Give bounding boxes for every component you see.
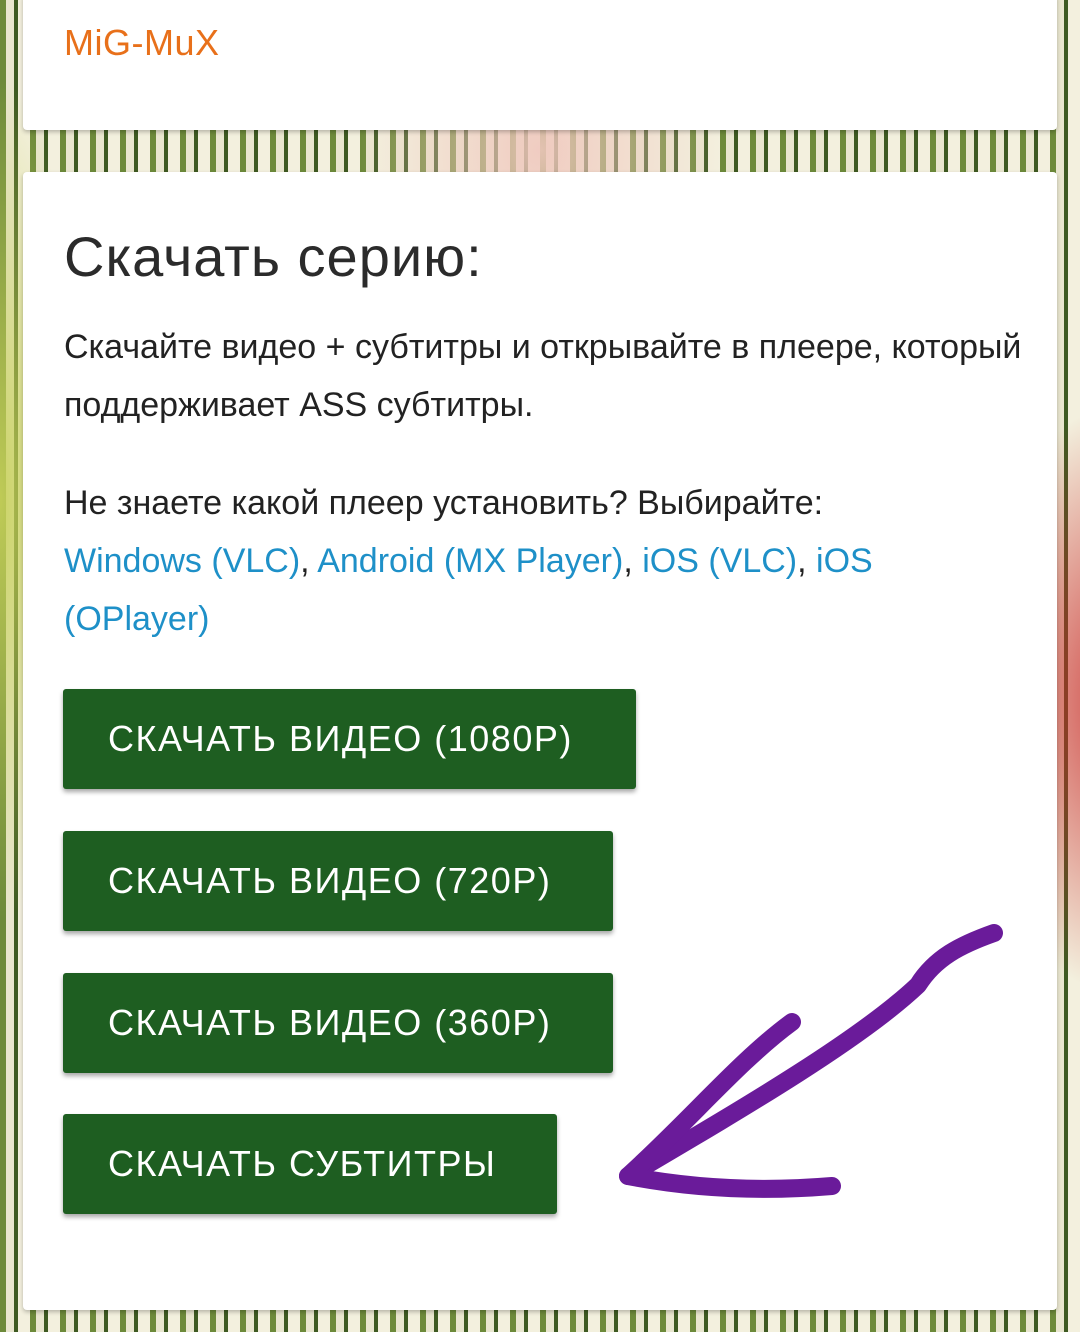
site-header: MiG-MuX: [23, 0, 1057, 130]
download-subtitles-button[interactable]: СКАЧАТЬ СУБТИТРЫ: [63, 1114, 557, 1214]
link-separator: ,: [797, 542, 817, 580]
link-separator: ,: [623, 542, 643, 580]
link-android-mx-player[interactable]: Android (MX Player): [317, 542, 623, 580]
link-ios-vlc[interactable]: iOS (VLC): [642, 542, 797, 580]
download-video-720p-button[interactable]: СКАЧАТЬ ВИДЕО (720P): [63, 831, 613, 931]
download-card: Скачать серию: Скачайте видео + субтитры…: [23, 172, 1057, 1310]
download-title: Скачать серию:: [64, 225, 483, 288]
download-video-360p-button[interactable]: СКАЧАТЬ ВИДЕО (360P): [63, 973, 613, 1073]
link-windows-vlc[interactable]: Windows (VLC): [64, 542, 300, 580]
link-separator: ,: [300, 542, 318, 580]
download-description: Скачайте видео + субтитры и открывайте в…: [64, 328, 1022, 424]
site-logo-text[interactable]: MiG-MuX: [64, 22, 220, 64]
player-recommendation: Не знаете какой плеер установить? Выбира…: [64, 474, 1024, 648]
player-prompt: Не знаете какой плеер установить? Выбира…: [64, 484, 824, 522]
download-video-1080p-button[interactable]: СКАЧАТЬ ВИДЕО (1080P): [63, 689, 636, 789]
